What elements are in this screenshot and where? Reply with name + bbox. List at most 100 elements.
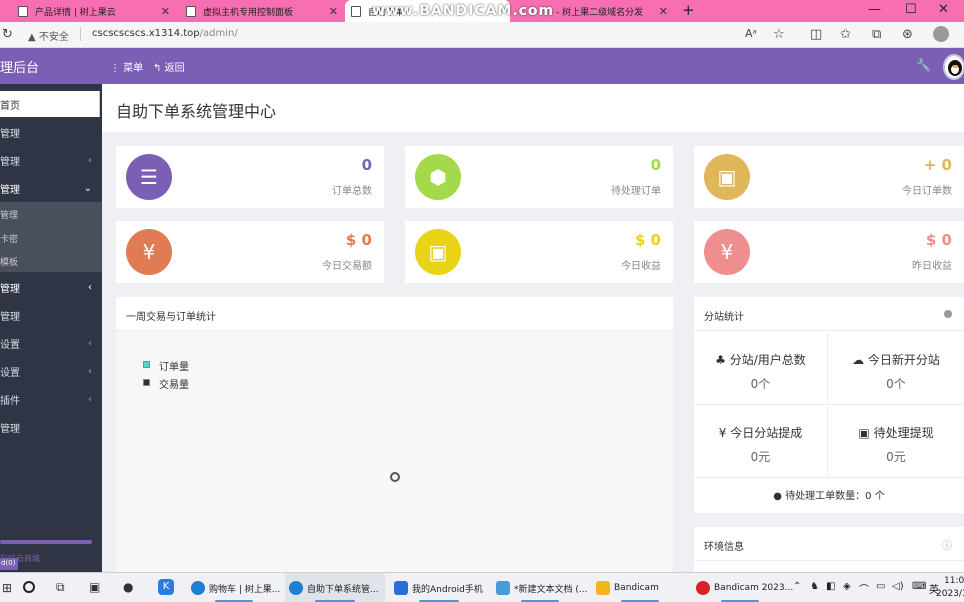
- sidebar-item-label: 管理: [0, 184, 20, 196]
- stat-label-text: 今日分站提成: [730, 426, 803, 440]
- substation-stat-label: ¥ 今日分站提成: [694, 424, 827, 441]
- sidebar-item-label: 管理: [0, 156, 20, 168]
- chevron-down-icon: ⌄: [83, 182, 92, 194]
- menu-button[interactable]: ⋮ 菜单: [110, 59, 143, 74]
- sidebar-item[interactable]: 插件 ‹: [0, 385, 102, 413]
- stat-label: 待处理订单: [611, 186, 661, 197]
- cube-icon: ⬢: [415, 154, 461, 200]
- sidebar-item-label: 管理: [0, 283, 20, 295]
- sidebar-item[interactable]: 管理 ‹: [0, 146, 102, 174]
- camera-icon[interactable]: ▣: [89, 580, 100, 594]
- chevron-up-icon[interactable]: ⌃: [793, 581, 801, 592]
- environment-panel: 环境信息 ⓘ: [694, 527, 964, 572]
- sidebar-item-label: 管理: [0, 423, 20, 435]
- sitemap-icon: ♣: [715, 353, 726, 367]
- yen-icon: ¥: [718, 426, 727, 440]
- stat-label: 昨日收益: [912, 261, 952, 272]
- tray-app-icon[interactable]: ♞: [810, 581, 819, 592]
- brand-title[interactable]: 理后台: [0, 57, 39, 76]
- network-icon[interactable]: ⌒: [859, 581, 869, 596]
- browser-tab[interactable]: 虚拟主机专用控制面板 ✕: [180, 0, 344, 22]
- read-aloud-icon[interactable]: Aᵃ: [745, 27, 757, 40]
- favorite-star-icon[interactable]: ☆: [773, 27, 785, 42]
- favorites-icon[interactable]: ✩: [840, 27, 851, 42]
- refresh-icon[interactable]: ↻: [2, 27, 13, 42]
- legend-swatch: [143, 379, 150, 386]
- admin-header: 理后台 ⋮ 菜单 ↰ 返回 🔧: [0, 48, 964, 84]
- close-icon[interactable]: ✕: [329, 5, 338, 18]
- chevron-left-icon: ‹: [88, 393, 92, 405]
- pending-tickets[interactable]: ● 待处理工单数量：0 个: [694, 487, 964, 502]
- search-icon[interactable]: [23, 581, 35, 593]
- yen-icon: ¥: [126, 229, 172, 275]
- tray-app-icon[interactable]: ◧: [826, 581, 835, 592]
- browser-tab[interactable]: 产品详情 | 树上果云 ✕: [12, 0, 176, 22]
- sidebar-item-home[interactable]: 首页: [0, 91, 100, 117]
- url-field[interactable]: cscscscscs.x1314.top/admin/: [92, 28, 238, 39]
- close-icon[interactable]: ✕: [161, 5, 170, 18]
- volume-icon[interactable]: ◁): [892, 581, 904, 592]
- kugou-icon[interactable]: K: [158, 579, 174, 595]
- minimize-icon[interactable]: —: [868, 2, 881, 17]
- tray-app-icon[interactable]: ◈: [843, 581, 851, 592]
- tab-title: 产品详情 | 树上果云: [35, 7, 116, 18]
- submenu-item[interactable]: 管理: [0, 208, 18, 221]
- legend-label[interactable]: 订单量: [159, 358, 189, 373]
- address-bar: ↻ ▲ 不安全 cscscscscs.x1314.top/admin/ Aᵃ ☆…: [0, 22, 964, 48]
- sidebar-item[interactable]: 管理: [0, 118, 102, 146]
- stat-card-today-income: ▣ $ 0 今日收益: [405, 221, 673, 283]
- new-tab-icon[interactable]: +: [682, 1, 695, 19]
- close-icon[interactable]: ✕: [659, 5, 668, 18]
- stat-value: $ 0: [345, 231, 372, 249]
- profile-icon[interactable]: [933, 26, 949, 42]
- taskbar-item[interactable]: 购物车 | 树上果...: [187, 573, 281, 602]
- chevron-left-icon: ‹: [88, 365, 92, 377]
- sidebar-item[interactable]: 管理: [0, 413, 102, 441]
- avatar[interactable]: [943, 54, 964, 80]
- extension-icon[interactable]: ⊛: [902, 27, 913, 42]
- legend-label[interactable]: 交易量: [159, 376, 189, 391]
- stat-card-today-volume: ¥ $ 0 今日交易额: [116, 221, 384, 283]
- phone-icon: [394, 581, 408, 595]
- clock-date[interactable]: 2023/1: [936, 589, 964, 599]
- sidebar-item[interactable]: 设置 ‹: [0, 357, 102, 385]
- substation-stat-label: ♣ 分站/用户总数: [694, 351, 827, 368]
- window-close-icon[interactable]: ✕: [938, 2, 949, 17]
- taskbar-item[interactable]: Bandicam 2023...: [692, 573, 793, 602]
- bandicam-watermark: www.BANDICAM.com: [372, 3, 555, 19]
- task-view-icon[interactable]: ⧉: [56, 580, 65, 595]
- collections-icon[interactable]: ⧉: [872, 27, 881, 42]
- stat-value: 0: [650, 156, 661, 174]
- taskbar-item-active[interactable]: 自助下单系统管...: [285, 573, 385, 602]
- sidebar-item[interactable]: 设置 ‹: [0, 329, 102, 357]
- taskbar-item[interactable]: *新建文本文档 (...: [492, 573, 588, 602]
- sidebar-item[interactable]: 管理: [0, 301, 102, 329]
- status-badge: d(0): [0, 558, 18, 570]
- split-screen-icon[interactable]: ◫: [810, 27, 822, 42]
- chevron-left-icon: ‹: [88, 337, 92, 349]
- qq-icon[interactable]: ●: [123, 580, 133, 594]
- sidebar-item[interactable]: 管理 ‹: [0, 273, 102, 301]
- taskbar-item[interactable]: Bandicam: [592, 573, 688, 602]
- submenu-item[interactable]: 模板: [0, 255, 18, 268]
- back-button[interactable]: ↰ 返回: [153, 59, 185, 74]
- substation-stat-value: 0个: [750, 377, 771, 391]
- chevron-left-icon: ‹: [88, 154, 92, 166]
- sidebar-scrollbar[interactable]: [0, 540, 92, 544]
- panel-title: 分站统计: [694, 297, 964, 331]
- submenu-item[interactable]: 卡密: [0, 232, 18, 245]
- taskbar-item-label: 我的Android手机: [412, 584, 483, 595]
- maximize-icon[interactable]: ☐: [905, 2, 917, 17]
- chevron-left-icon: ‹: [88, 281, 92, 293]
- battery-icon[interactable]: ▭: [876, 581, 885, 592]
- clock-time[interactable]: 11:08: [944, 576, 964, 586]
- keyboard-icon[interactable]: ⌨: [912, 581, 926, 592]
- taskbar-item[interactable]: 我的Android手机: [390, 573, 488, 602]
- security-indicator[interactable]: ▲ 不安全: [28, 28, 69, 43]
- stat-label: 今日收益: [621, 261, 661, 272]
- wrench-icon[interactable]: 🔧: [916, 58, 931, 72]
- stat-card-orders: ☰ 0 订单总数: [116, 146, 384, 208]
- info-icon[interactable]: ⓘ: [942, 537, 952, 552]
- windows-start-icon[interactable]: ⊞: [2, 581, 12, 595]
- sidebar-item-expanded[interactable]: 管理 ⌄: [0, 174, 102, 202]
